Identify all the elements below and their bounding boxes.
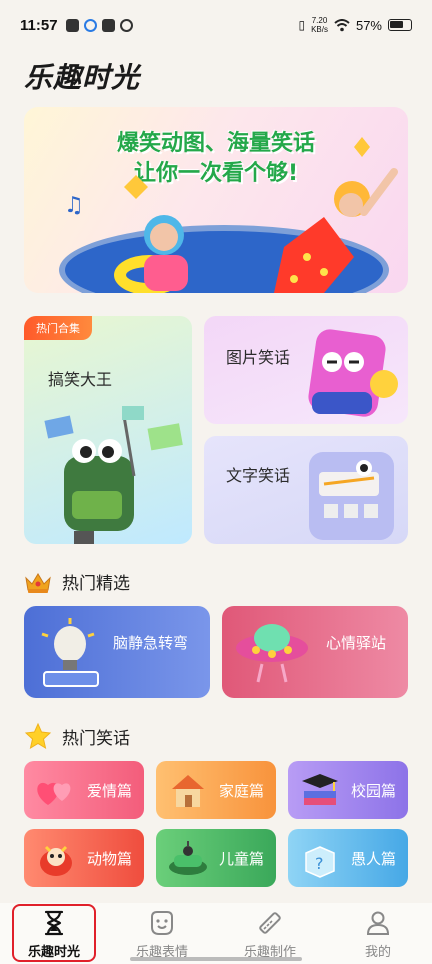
card-picture-jokes[interactable]: 图片笑话 xyxy=(204,316,408,424)
card-text-jokes-label: 文字笑话 xyxy=(226,466,291,485)
hot-picks-header: 热门精选 xyxy=(24,569,130,594)
status-time: 11:57 xyxy=(20,16,58,34)
tile-campus[interactable]: 校园篇 xyxy=(288,761,408,819)
tile-children-label: 儿童篇 xyxy=(218,850,264,868)
hearts-icon xyxy=(37,782,71,805)
active-nav-highlight xyxy=(12,904,96,962)
tile-april-fools[interactable]: ? 愚人篇 xyxy=(288,829,408,887)
cartoon-people-illustration: ♫ xyxy=(64,137,398,293)
feat-mood-station[interactable]: 心情驿站 xyxy=(222,606,408,698)
svg-text:♫: ♫ xyxy=(64,193,84,218)
card-picture-jokes-label: 图片笑话 xyxy=(226,348,291,367)
tile-animals-label: 动物篇 xyxy=(86,850,132,868)
tile-campus-label: 校园篇 xyxy=(350,782,396,800)
crown-icon xyxy=(25,572,51,593)
nav-fun-create[interactable]: 乐趣制作 xyxy=(216,903,324,964)
card-text-jokes[interactable]: 文字笑话 xyxy=(204,436,408,544)
link-icon xyxy=(119,18,133,32)
tile-family-label: 家庭篇 xyxy=(218,782,264,800)
ruler-pencil-icon xyxy=(259,912,281,934)
graduation-cap-icon xyxy=(302,774,338,805)
nav-me-label: 我的 xyxy=(364,945,391,960)
emoji-face-icon xyxy=(151,911,173,935)
tile-family[interactable]: 家庭篇 xyxy=(156,761,276,819)
nav-me[interactable]: 我的 xyxy=(324,903,432,964)
net-speed-unit: KB/s xyxy=(311,25,328,34)
user-icon xyxy=(366,911,390,935)
svg-text:?: ? xyxy=(315,854,324,873)
pink-character-illustration xyxy=(308,329,398,417)
battery-icon xyxy=(388,19,412,31)
feat-brain-teasers[interactable]: 脑静急转弯 xyxy=(24,606,210,698)
hot-picks-title: 热门精选 xyxy=(62,574,130,594)
page-title: 乐趣时光 xyxy=(24,61,141,94)
battery-percent: 57% xyxy=(355,17,382,33)
notification-icon xyxy=(65,18,79,32)
wifi-icon xyxy=(334,18,350,31)
nav-fun-emoji[interactable]: 乐趣表情 xyxy=(108,903,216,964)
star-icon xyxy=(24,722,52,750)
house-icon xyxy=(172,775,204,807)
card-funny-king-label: 搞笑大王 xyxy=(48,370,113,389)
mailbox-frog-illustration xyxy=(44,406,183,544)
tile-april-fools-label: 愚人篇 xyxy=(350,850,396,868)
tile-love-label: 爱情篇 xyxy=(86,782,132,800)
home-indicator xyxy=(130,957,302,961)
paper-character-illustration xyxy=(309,452,394,540)
tile-children[interactable]: 儿童篇 xyxy=(156,829,276,887)
mail-icon xyxy=(101,18,115,32)
ufo-icon xyxy=(236,624,308,683)
hot-collection-badge: 热门合集 xyxy=(24,316,92,340)
feat-mood-station-label: 心情驿站 xyxy=(325,634,386,652)
app-notification-icon xyxy=(83,18,97,32)
dragon-icon xyxy=(40,845,72,876)
bumper-car-icon xyxy=(169,841,207,875)
vibrate-icon: ▯ xyxy=(298,18,306,32)
tile-animals[interactable]: 动物篇 xyxy=(24,829,144,887)
hot-jokes-title: 热门笑话 xyxy=(62,728,130,749)
card-funny-king[interactable]: 热门合集 搞笑大王 xyxy=(24,316,192,544)
net-speed: 7.20 KB/s xyxy=(311,16,328,34)
promo-banner[interactable]: 爆笑动图、海量笑话 让你一次看个够! ♫ xyxy=(24,107,408,293)
status-bar: 11:57 ▯ 7.20 KB/s 57% xyxy=(0,0,432,50)
question-box-icon: ? xyxy=(305,846,335,878)
net-speed-value: 7.20 xyxy=(311,16,328,25)
hot-jokes-header: 热门笑话 xyxy=(24,722,130,750)
tile-love[interactable]: 爱情篇 xyxy=(24,761,144,819)
lightbulb-book-icon xyxy=(41,618,99,687)
feat-brain-teasers-label: 脑静急转弯 xyxy=(112,634,188,652)
